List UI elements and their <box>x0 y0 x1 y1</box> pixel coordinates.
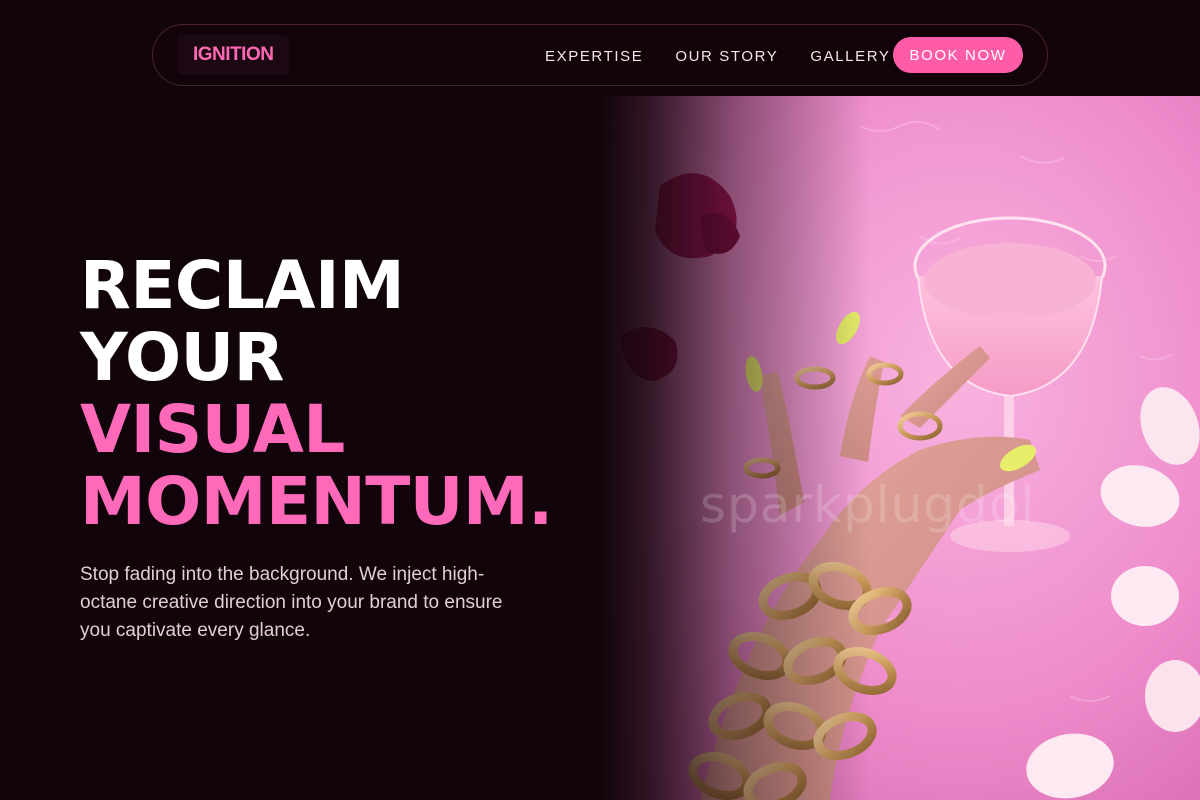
hero-title-line: RECLAIM <box>80 247 405 324</box>
logo[interactable]: IGNITION <box>177 35 290 75</box>
book-now-button[interactable]: BOOK NOW <box>893 37 1023 73</box>
hero-subtitle: Stop fading into the background. We inje… <box>80 564 503 641</box>
hero-title-line-accent: VISUAL <box>80 391 345 468</box>
nav-link-expertise[interactable]: EXPERTISE <box>545 48 643 65</box>
nav-links: EXPERTISE OUR STORY GALLERY <box>545 25 891 87</box>
top-nav: IGNITION EXPERTISE OUR STORY GALLERY BOO… <box>152 24 1048 86</box>
nav-link-our-story[interactable]: OUR STORY <box>675 48 778 65</box>
watermark: sparkplugdol <box>700 476 1036 534</box>
hero-title: RECLAIM YOUR VISUAL MOMENTUM. <box>80 250 553 538</box>
hero-title-line: YOUR <box>80 319 284 396</box>
nav-link-gallery[interactable]: GALLERY <box>810 48 890 65</box>
hero-image: sparkplugdol <box>600 96 1200 800</box>
hero-title-line-accent: MOMENTUM. <box>80 463 553 540</box>
hero-photo-illustration <box>600 96 1200 800</box>
